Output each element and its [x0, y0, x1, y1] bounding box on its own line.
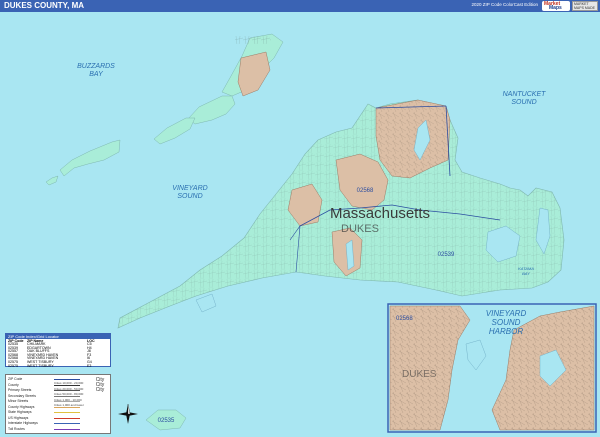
key-item: State Highways — [8, 410, 32, 414]
legend-row-loc: E3 — [87, 363, 92, 368]
inset-map[interactable]: VINEYARD SOUND HARBOR DUKES — [387, 303, 597, 433]
county-label: DUKES — [341, 223, 379, 235]
key-item: Interstate Highways — [8, 421, 38, 425]
zip-label[interactable]: 02539 — [438, 252, 455, 258]
legend-row-name: WEST TISBURY — [27, 363, 54, 368]
key-item: Toll Routes — [8, 426, 25, 431]
water-label-katama-2: BAY — [522, 271, 530, 276]
map-key: ZIP Code County Primary Streets Secondar… — [5, 374, 111, 434]
edition-label: 2020 ZIP Code ColorCast Edition — [471, 2, 538, 7]
inset-county-label: DUKES — [402, 369, 437, 380]
badge: MARKET MAPS MADE — [572, 1, 598, 11]
key-range: Cities 1,000 - 10,000 — [54, 397, 82, 402]
inset-water-label-2: SOUND — [492, 318, 521, 327]
water-label-buzzards-2: BAY — [89, 71, 104, 78]
key-item: County Highways — [8, 404, 35, 409]
inset-zip-label[interactable]: 02568 — [396, 316, 413, 322]
legend-row-zip: 02575 — [8, 363, 18, 368]
water-label-vineyard-2: SOUND — [177, 193, 202, 200]
key-swatch — [54, 423, 80, 424]
title-bar: DUKES COUNTY, MA 2020 ZIP Code ColorCast… — [0, 0, 600, 12]
key-range: Cities 50,000 - 80,000 — [54, 392, 84, 396]
key-swatch — [54, 417, 80, 419]
key-range: Cities 1,000 and fewer — [54, 403, 84, 407]
zip-label[interactable]: 02568 — [357, 188, 374, 194]
inset-water-label-3: HARBOR — [489, 327, 523, 336]
map-title: DUKES COUNTY, MA — [4, 1, 85, 10]
water-label-buzzards-1: BUZZARDS — [77, 63, 115, 70]
zip-label[interactable]: 02535 — [158, 418, 175, 424]
key-item: Primary Streets — [8, 388, 32, 392]
city-icon: City — [95, 387, 105, 393]
key-item: County — [8, 382, 19, 387]
publisher-logo: Market Maps — [542, 1, 570, 11]
zip-index-legend: ZIP Code Index/Grid Locator ZIP Code ZIP… — [5, 333, 111, 367]
water-label-nantucket-2: SOUND — [511, 99, 536, 106]
key-range: Cities 20,000 - 50,000 — [54, 386, 84, 391]
badge-text: MARKET MAPS MADE — [574, 2, 596, 10]
key-swatch — [54, 379, 80, 380]
key-item: ZIP Code — [8, 377, 23, 381]
key-swatch — [54, 412, 80, 413]
key-item: US Highways — [8, 415, 29, 420]
key-range: Cities 10,000 - 20,000 — [54, 381, 84, 385]
map-page: DUKES COUNTY, MA 2020 ZIP Code ColorCast… — [0, 0, 600, 437]
inset-water-label-1: VINEYARD — [486, 309, 527, 318]
water-label-nantucket-1: NANTUCKET — [503, 91, 547, 98]
water-label-vineyard-1: VINEYARD — [172, 185, 207, 192]
logo-line2: Maps — [549, 5, 562, 11]
key-item: Minor Streets — [8, 399, 29, 403]
state-label: Massachusetts — [330, 205, 430, 222]
key-swatch — [54, 428, 80, 430]
city-icons: City City City — [92, 378, 108, 393]
key-item: Secondary Streets — [8, 393, 36, 398]
legend-row: 02575 WEST TISBURY E3 — [6, 363, 110, 369]
